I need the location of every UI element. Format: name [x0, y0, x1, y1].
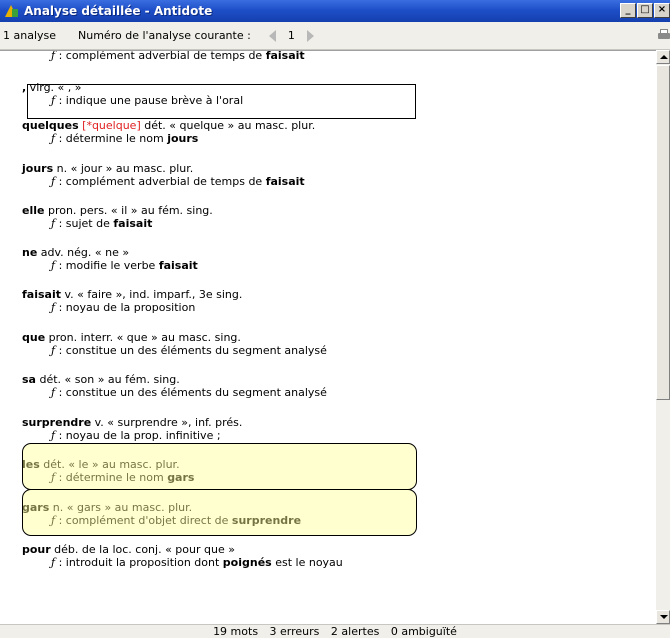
ambiguity-highlight[interactable]: [22, 443, 417, 490]
window-title: Analyse détaillée - Antidote: [24, 4, 213, 18]
toolbar: 1 analyse Numéro de l'analyse courante :…: [0, 22, 670, 50]
entry-function-line: ƒ : modifie le verbe faisait: [22, 259, 642, 272]
analysis-entry[interactable]: sa dét. « son » au fém. sing. ƒ : constit…: [22, 373, 642, 399]
entry-function: : noyau de la proposition: [55, 301, 196, 314]
close-button[interactable]: ×: [654, 3, 670, 18]
analysis-entry[interactable]: Depuis adv. « depuis »ƒ : complément adv…: [22, 50, 642, 62]
scroll-thumb[interactable]: [656, 65, 670, 400]
entry-function: : complément adverbial de temps de: [55, 50, 266, 62]
word-count: 19 mots: [213, 625, 259, 638]
analysis-entry[interactable]: surprendre v. « surprendre », inf. prés.…: [22, 416, 642, 442]
entry-description: adv. nég. « ne »: [37, 246, 130, 259]
entry-word: que: [22, 331, 46, 344]
entry-target-word: faisait: [265, 50, 305, 62]
entry-function-suffix: est le noyau: [271, 556, 343, 569]
entry-function-line: ƒ : introduit la proposition dont poigné…: [22, 556, 642, 569]
entry-description: v. « surprendre », inf. prés.: [91, 416, 243, 429]
entry-function-line: ƒ : complément adverbial de temps de fai…: [22, 50, 642, 62]
status-bar: 19 mots 3 erreurs 2 alertes 0 ambiguïté: [0, 624, 670, 638]
up-arrow-icon: [660, 55, 668, 59]
entry-description: déb. de la loc. conj. « pour que »: [50, 543, 235, 556]
entry-word-line: ne adv. nég. « ne »: [22, 246, 642, 259]
minimize-button[interactable]: _: [620, 3, 636, 18]
entry-function-line: ƒ : sujet de faisait: [22, 217, 642, 230]
ambiguity-count: 0 ambiguïté: [390, 625, 457, 638]
ambiguity-highlight[interactable]: [22, 489, 417, 536]
entry-function: : introduit la proposition dont: [55, 556, 223, 569]
entry-description: v. « faire », ind. imparf., 3e sing.: [60, 288, 243, 301]
entry-function-line: ƒ : complément adverbial de temps de fai…: [22, 175, 642, 188]
entry-description: pron. pers. « il » au fém. sing.: [44, 204, 213, 217]
scroll-up-button[interactable]: [656, 50, 670, 64]
entry-function: : constitue un des éléments du segment a…: [55, 344, 327, 357]
entry-target-word: faisait: [113, 217, 153, 230]
entry-word-line: que pron. interr. « que » au masc. sing.: [22, 331, 642, 344]
vertical-scrollbar[interactable]: [656, 50, 670, 624]
scroll-down-button[interactable]: [656, 610, 670, 624]
entry-word-line: quelques [*quelque] dét. « quelque » au …: [22, 119, 642, 132]
entry-function-line: ƒ : noyau de la proposition: [22, 301, 642, 314]
entry-target-word: poignés: [222, 556, 272, 569]
entry-function: : sujet de: [55, 217, 114, 230]
entry-word: faisait: [22, 288, 61, 301]
entry-function-line: ƒ : noyau de la prop. infinitive ;: [22, 429, 642, 442]
selected-entry-frame: [27, 84, 416, 119]
entry-function: : complément adverbial de temps de: [55, 175, 266, 188]
entry-word: ne: [22, 246, 38, 259]
analysis-entry[interactable]: elle pron. pers. « il » au fém. sing. ƒ :…: [22, 204, 642, 230]
analysis-entry[interactable]: faisait v. « faire », ind. imparf., 3e s…: [22, 288, 642, 314]
maximize-button[interactable]: □: [637, 3, 653, 18]
entry-function: : noyau de la prop. infinitive ;: [55, 429, 221, 442]
entry-target-word: faisait: [158, 259, 198, 272]
entry-description: dét. « son » au fém. sing.: [35, 373, 180, 386]
title-bar: Analyse détaillée - Antidote _ □ ×: [0, 0, 670, 22]
error-count: 3 erreurs: [269, 625, 320, 638]
entry-description: dét. « quelque » au masc. plur.: [140, 119, 316, 132]
entry-description: pron. interr. « que » au masc. sing.: [45, 331, 241, 344]
analysis-entry[interactable]: que pron. interr. « que » au masc. sing.…: [22, 331, 642, 357]
analysis-entry[interactable]: quelques [*quelque] dét. « quelque » au …: [22, 119, 642, 145]
entry-target-word: faisait: [265, 175, 305, 188]
entry-target-word: jours: [167, 132, 199, 145]
analysis-content: Depuis adv. « depuis »ƒ : complément adv…: [0, 50, 656, 624]
entry-description: n. « jour » au masc. plur.: [53, 162, 194, 175]
current-analysis-label: Numéro de l'analyse courante :: [78, 29, 251, 42]
current-analysis-number: 1: [287, 29, 295, 42]
entry-word: quelques: [22, 119, 79, 132]
entry-function-line: ƒ : constitue un des éléments du segment…: [22, 344, 642, 357]
entry-word-line: surprendre v. « surprendre », inf. prés.: [22, 416, 642, 429]
antidote-app-icon: [3, 3, 19, 19]
entry-word: sa: [22, 373, 36, 386]
entry-word-line: faisait v. « faire », ind. imparf., 3e s…: [22, 288, 642, 301]
entry-word-line: elle pron. pers. « il » au fém. sing.: [22, 204, 642, 217]
analysis-count: 1 analyse: [3, 29, 57, 42]
entry-word: elle: [22, 204, 45, 217]
alert-count: 2 alertes: [330, 625, 380, 638]
analysis-entry[interactable]: pour déb. de la loc. conj. « pour que » ƒ…: [22, 543, 642, 569]
arrow-right-icon[interactable]: [306, 29, 314, 42]
window-controls: _ □ ×: [619, 3, 670, 18]
arrow-left-icon[interactable]: [268, 29, 276, 42]
analysis-entry[interactable]: ne adv. nég. « ne » ƒ : modifie le verbe …: [22, 246, 642, 272]
entry-word: surprendre: [22, 416, 92, 429]
entry-function: : modifie le verbe: [55, 259, 159, 272]
entry-function-line: ƒ : détermine le nom jours: [22, 132, 642, 145]
entry-word-line: pour déb. de la loc. conj. « pour que »: [22, 543, 642, 556]
down-arrow-icon: [660, 615, 668, 619]
entry-word: pour: [22, 543, 51, 556]
entry-function: : détermine le nom: [55, 132, 168, 145]
entry-word-line: jours n. « jour » au masc. plur.: [22, 162, 642, 175]
printer-icon[interactable]: [658, 29, 670, 42]
entry-function: : constitue un des éléments du segment a…: [55, 386, 327, 399]
entry-function-line: ƒ : constitue un des éléments du segment…: [22, 386, 642, 399]
entry-word: jours: [22, 162, 54, 175]
analysis-entry[interactable]: jours n. « jour » au masc. plur. ƒ : comp…: [22, 162, 642, 188]
entry-error: [*quelque]: [82, 119, 141, 132]
entry-word-line: sa dét. « son » au fém. sing.: [22, 373, 642, 386]
